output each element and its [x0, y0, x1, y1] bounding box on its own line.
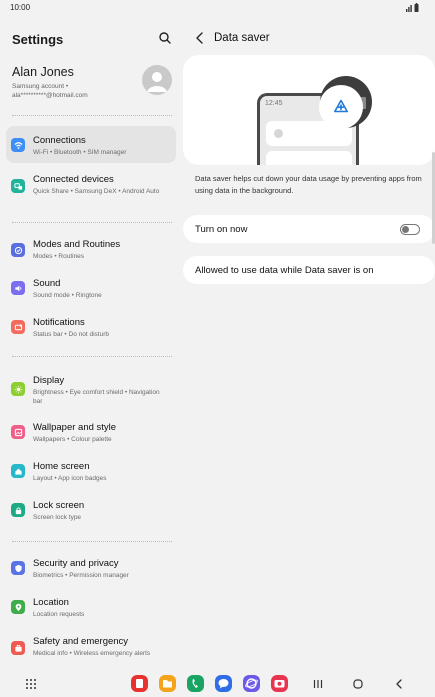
- flipboard-app-icon[interactable]: [131, 675, 148, 692]
- allowed-apps-label: Allowed to use data while Data saver is …: [195, 265, 374, 276]
- settings-item-title: Connections: [33, 135, 86, 146]
- data-saver-icon: [334, 99, 348, 113]
- internet-app-icon[interactable]: [243, 675, 260, 692]
- wallpaper-icon: [11, 425, 25, 439]
- signal-battery-icon: [406, 3, 419, 12]
- back-arrow-icon[interactable]: [194, 31, 206, 45]
- illustration-time: 12:45: [265, 100, 283, 107]
- settings-item-title: Modes and Routines: [33, 239, 121, 250]
- settings-item-title: Wallpaper and style: [33, 422, 117, 433]
- divider: [12, 115, 172, 116]
- turn-on-now-label: Turn on now: [195, 224, 248, 235]
- settings-item-title: Lock screen: [33, 500, 85, 511]
- settings-item-subtitle: Quick Share • Samsung DeX • Android Auto: [33, 188, 160, 195]
- shield-icon: [11, 561, 25, 575]
- navigation-bar: [0, 671, 435, 697]
- data-saver-bubble: [319, 85, 363, 129]
- settings-item-subtitle: Screen lock type: [33, 514, 82, 521]
- data-saver-illustration: 12:45: [183, 55, 435, 165]
- camera-app-icon[interactable]: [271, 675, 288, 692]
- page-title: Data saver: [214, 32, 270, 44]
- search-icon[interactable]: [157, 30, 173, 46]
- settings-item-safety-emergency[interactable]: Safety and emergency Medical info • Wire…: [6, 631, 176, 671]
- settings-item-lock-screen[interactable]: Lock screen Screen lock type: [6, 495, 176, 527]
- home-button-icon[interactable]: [351, 677, 365, 691]
- settings-item-subtitle: Location requests: [33, 611, 85, 618]
- back-button-icon[interactable]: [392, 677, 406, 691]
- settings-item-title: Display: [33, 375, 65, 386]
- settings-item-subtitle: Wi-Fi • Bluetooth • SIM manager: [33, 149, 127, 156]
- location-pin-icon: [11, 600, 25, 614]
- settings-item-title: Notifications: [33, 317, 85, 328]
- divider: [12, 541, 172, 542]
- emergency-icon: [11, 641, 25, 655]
- settings-item-location[interactable]: Location Location requests: [6, 592, 176, 624]
- settings-item-subtitle: Sound mode • Ringtone: [33, 292, 102, 299]
- turn-on-now-row[interactable]: Turn on now: [183, 215, 435, 243]
- illustration-card: [266, 151, 352, 165]
- avatar-person-icon: [147, 72, 167, 92]
- status-time: 10:00: [10, 3, 31, 12]
- profile-email: ala**********@hotmail.com: [12, 92, 88, 99]
- allowed-apps-row[interactable]: Allowed to use data while Data saver is …: [183, 256, 435, 284]
- settings-item-title: Sound: [33, 278, 61, 289]
- profile-name[interactable]: Alan Jones: [12, 65, 74, 79]
- notification-icon: [11, 320, 25, 334]
- settings-item-subtitle: Wallpapers • Colour palette: [33, 436, 112, 443]
- connected-devices-icon: [11, 179, 25, 193]
- home-icon: [11, 464, 25, 478]
- settings-pane: Settings Alan Jones Samsung account • al…: [0, 16, 182, 671]
- recent-apps-icon[interactable]: [311, 677, 325, 691]
- settings-item-title: Location: [33, 597, 69, 608]
- settings-item-subtitle: Brightness • Eye comfort shield • Naviga…: [33, 389, 160, 405]
- settings-item-subtitle: Status bar • Do not disturb: [33, 331, 109, 338]
- settings-item-sound[interactable]: Sound Sound mode • Ringtone: [6, 273, 176, 305]
- settings-item-notifications[interactable]: Notifications Status bar • Do not distur…: [6, 312, 176, 344]
- data-saver-toggle[interactable]: [400, 224, 420, 235]
- settings-item-subtitle: Modes • Routines: [33, 253, 85, 260]
- profile-account-line: Samsung account •: [12, 83, 69, 90]
- data-saver-pane: Data saver 12:45 Data saver helps cut do…: [182, 16, 435, 671]
- status-bar: 10:00: [0, 0, 435, 16]
- data-saver-description: Data saver helps cut down your data usag…: [195, 174, 422, 195]
- settings-item-connected-devices[interactable]: Connected devices Quick Share • Samsung …: [6, 169, 176, 209]
- divider: [12, 356, 172, 357]
- wifi-icon: [11, 138, 25, 152]
- settings-item-subtitle: Biometrics • Permission manager: [33, 572, 129, 579]
- settings-item-subtitle: Medical info • Wireless emergency alerts: [33, 650, 151, 657]
- sun-icon: [11, 382, 25, 396]
- lock-icon: [11, 503, 25, 517]
- profile-account[interactable]: Samsung account • ala**********@hotmail.…: [12, 82, 132, 100]
- speaker-icon: [11, 281, 25, 295]
- settings-item-home-screen[interactable]: Home screen Layout • App icon badges: [6, 456, 176, 488]
- avatar[interactable]: [142, 65, 172, 95]
- phone-app-icon[interactable]: [187, 675, 204, 692]
- settings-item-display[interactable]: Display Brightness • Eye comfort shield …: [6, 370, 176, 410]
- settings-item-title: Home screen: [33, 461, 90, 472]
- settings-item-connections[interactable]: Connections Wi-Fi • Bluetooth • SIM mana…: [6, 126, 176, 163]
- settings-item-title: Security and privacy: [33, 558, 119, 569]
- settings-item-title: Safety and emergency: [33, 636, 129, 647]
- divider: [12, 222, 172, 223]
- settings-item-modes-routines[interactable]: Modes and Routines Modes • Routines: [6, 234, 176, 266]
- settings-item-wallpaper[interactable]: Wallpaper and style Wallpapers • Colour …: [6, 417, 176, 449]
- messages-app-icon[interactable]: [215, 675, 232, 692]
- settings-item-subtitle: Layout • App icon badges: [33, 475, 107, 482]
- settings-item-security-privacy[interactable]: Security and privacy Biometrics • Permis…: [6, 553, 176, 585]
- my-files-app-icon[interactable]: [159, 675, 176, 692]
- modes-check-icon: [11, 243, 25, 257]
- settings-item-title: Connected devices: [33, 174, 114, 185]
- settings-title: Settings: [12, 32, 64, 47]
- apps-grid-icon[interactable]: [25, 678, 37, 690]
